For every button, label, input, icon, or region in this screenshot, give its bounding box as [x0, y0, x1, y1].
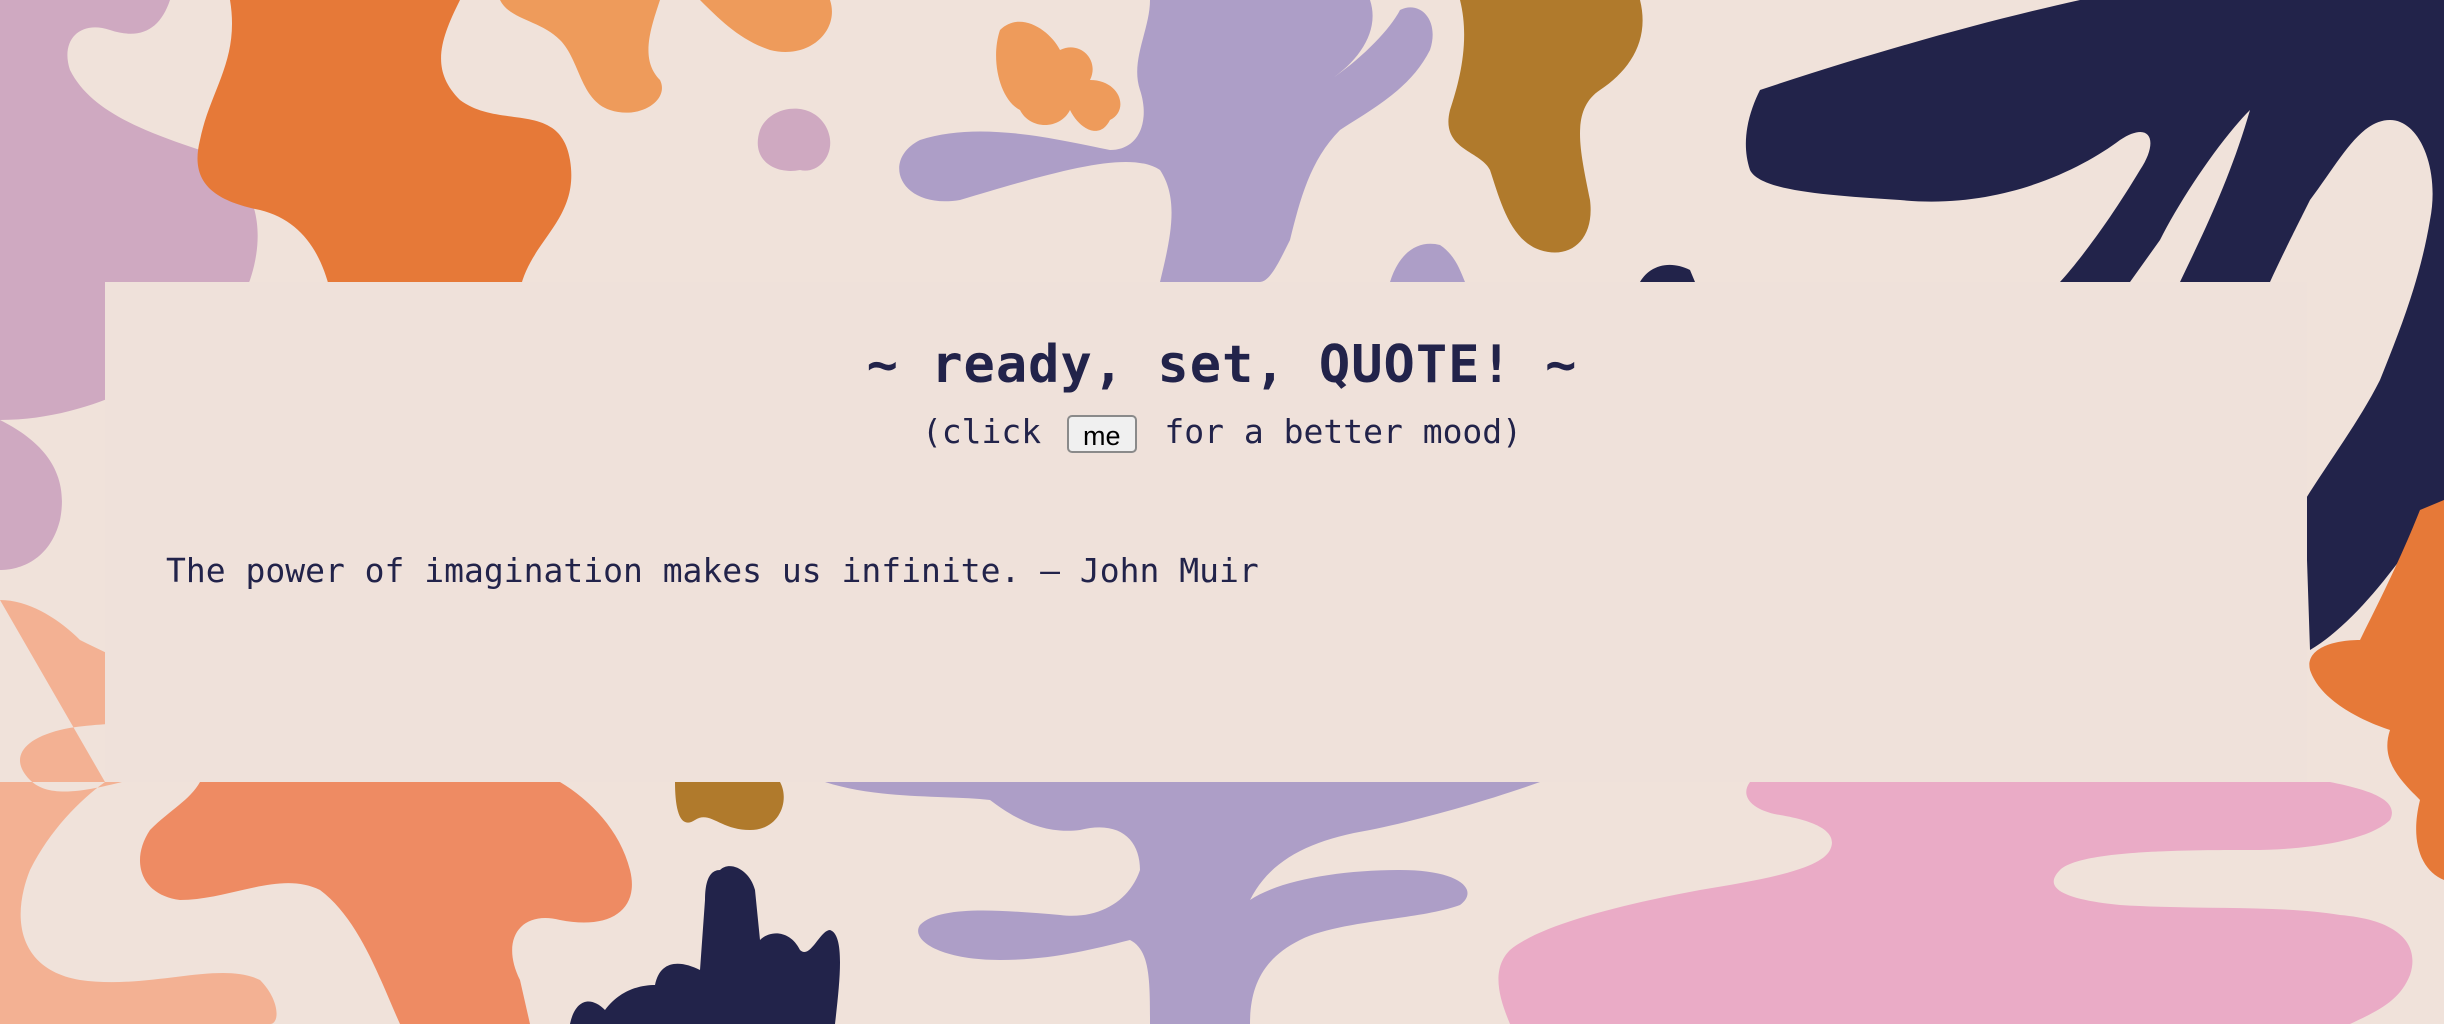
subtitle-prefix: (click: [921, 412, 1042, 451]
new-quote-button[interactable]: me: [1067, 414, 1137, 453]
bg-shape-ochre-bottom: [675, 782, 784, 830]
bg-shape-pink-bottom-right: [1498, 782, 2413, 1024]
bg-shape-mauve-dot: [757, 108, 831, 171]
subtitle-suffix: for a better mood): [1164, 412, 1523, 451]
bg-shape-lavender-bottom: [825, 782, 1540, 1024]
bg-shape-lavender-top: [899, 0, 1465, 282]
bg-shape-ochre-top: [1448, 0, 1643, 253]
bg-shape-light-orange-top: [500, 0, 1121, 131]
page: ~ ready, set, QUOTE! ~ (click me for a b…: [0, 0, 2444, 1024]
quote-text: The power of imagination makes us infini…: [166, 551, 1259, 590]
subtitle: (click me for a better mood): [0, 410, 2444, 454]
page-title: ~ ready, set, QUOTE! ~: [866, 335, 1578, 395]
